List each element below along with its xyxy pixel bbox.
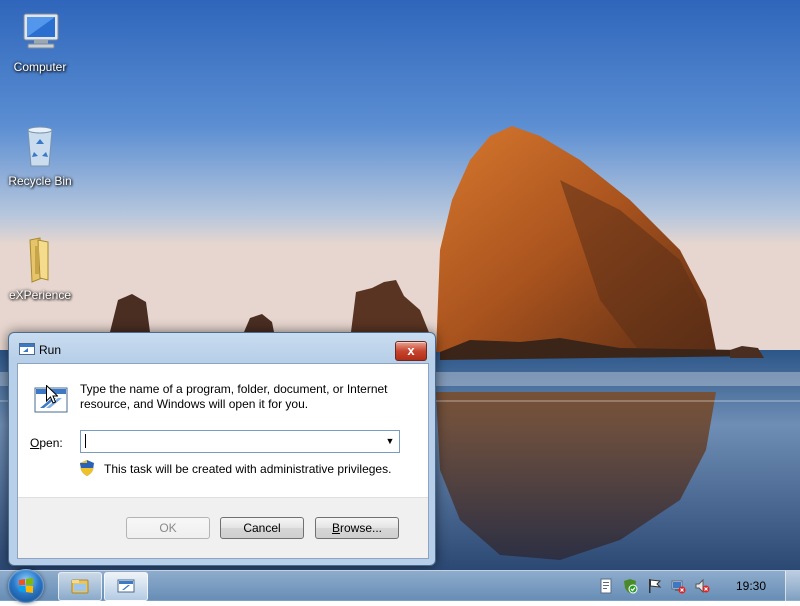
computer-icon <box>16 8 64 56</box>
desktop-icon-computer[interactable]: Computer <box>0 8 80 74</box>
run-dialog-body: Type the name of a program, folder, docu… <box>17 363 429 559</box>
action-center-flag-icon[interactable] <box>646 578 662 594</box>
taskbar-explorer-button[interactable] <box>58 572 102 601</box>
security-shield-icon[interactable] <box>622 578 638 594</box>
run-icon <box>117 579 135 593</box>
show-desktop-button[interactable] <box>785 571 800 601</box>
run-dialog-description: Type the name of a program, folder, docu… <box>80 382 388 411</box>
document-icon[interactable] <box>598 578 614 594</box>
run-dialog-window: Run x Type the name of a program, folder… <box>8 332 436 566</box>
explorer-icon <box>71 579 89 594</box>
run-icon <box>19 343 35 355</box>
uac-notice: This task will be created with administr… <box>104 462 392 476</box>
ok-button[interactable]: OK <box>126 517 210 539</box>
desktop-icon-label: Recycle Bin <box>8 174 72 188</box>
text-caret <box>85 434 86 448</box>
close-icon: x <box>407 343 415 358</box>
open-label-accelerator: O <box>30 436 40 450</box>
start-button[interactable] <box>8 569 44 603</box>
cancel-button[interactable]: Cancel <box>220 517 304 539</box>
browse-accelerator: B <box>331 521 340 535</box>
run-program-icon <box>34 384 70 416</box>
desktop-icon-label: eXPerience <box>8 288 72 302</box>
open-command-input[interactable] <box>83 432 377 449</box>
chevron-down-icon[interactable]: ▼ <box>381 431 399 452</box>
browse-label: rowse... <box>340 521 383 535</box>
open-field-label: Open: <box>30 436 63 450</box>
system-clock[interactable]: 19:30 <box>736 579 766 593</box>
open-combobox[interactable]: ▼ <box>80 430 400 453</box>
open-label-text: pen: <box>39 436 63 450</box>
close-button[interactable]: x <box>395 341 427 361</box>
taskbar: 19:30 <box>0 569 800 603</box>
run-dialog-titlebar[interactable]: Run x <box>9 333 435 363</box>
desktop-icon-recycle-bin[interactable]: Recycle Bin <box>0 122 80 188</box>
recycle-bin-icon <box>16 122 64 170</box>
volume-muted-icon[interactable] <box>694 578 710 594</box>
uac-shield-icon <box>80 460 94 476</box>
taskbar-run-button[interactable] <box>104 572 148 601</box>
network-icon[interactable] <box>670 578 686 594</box>
notification-area: 19:30 <box>592 571 800 601</box>
browse-button[interactable]: Browse... <box>315 517 399 539</box>
desktop-icon-label: Computer <box>13 60 67 74</box>
run-dialog-title: Run <box>39 343 62 357</box>
windows-logo-icon <box>19 578 33 593</box>
folder-icon <box>16 236 64 284</box>
desktop-icon-experience-folder[interactable]: eXPerience <box>0 236 80 302</box>
